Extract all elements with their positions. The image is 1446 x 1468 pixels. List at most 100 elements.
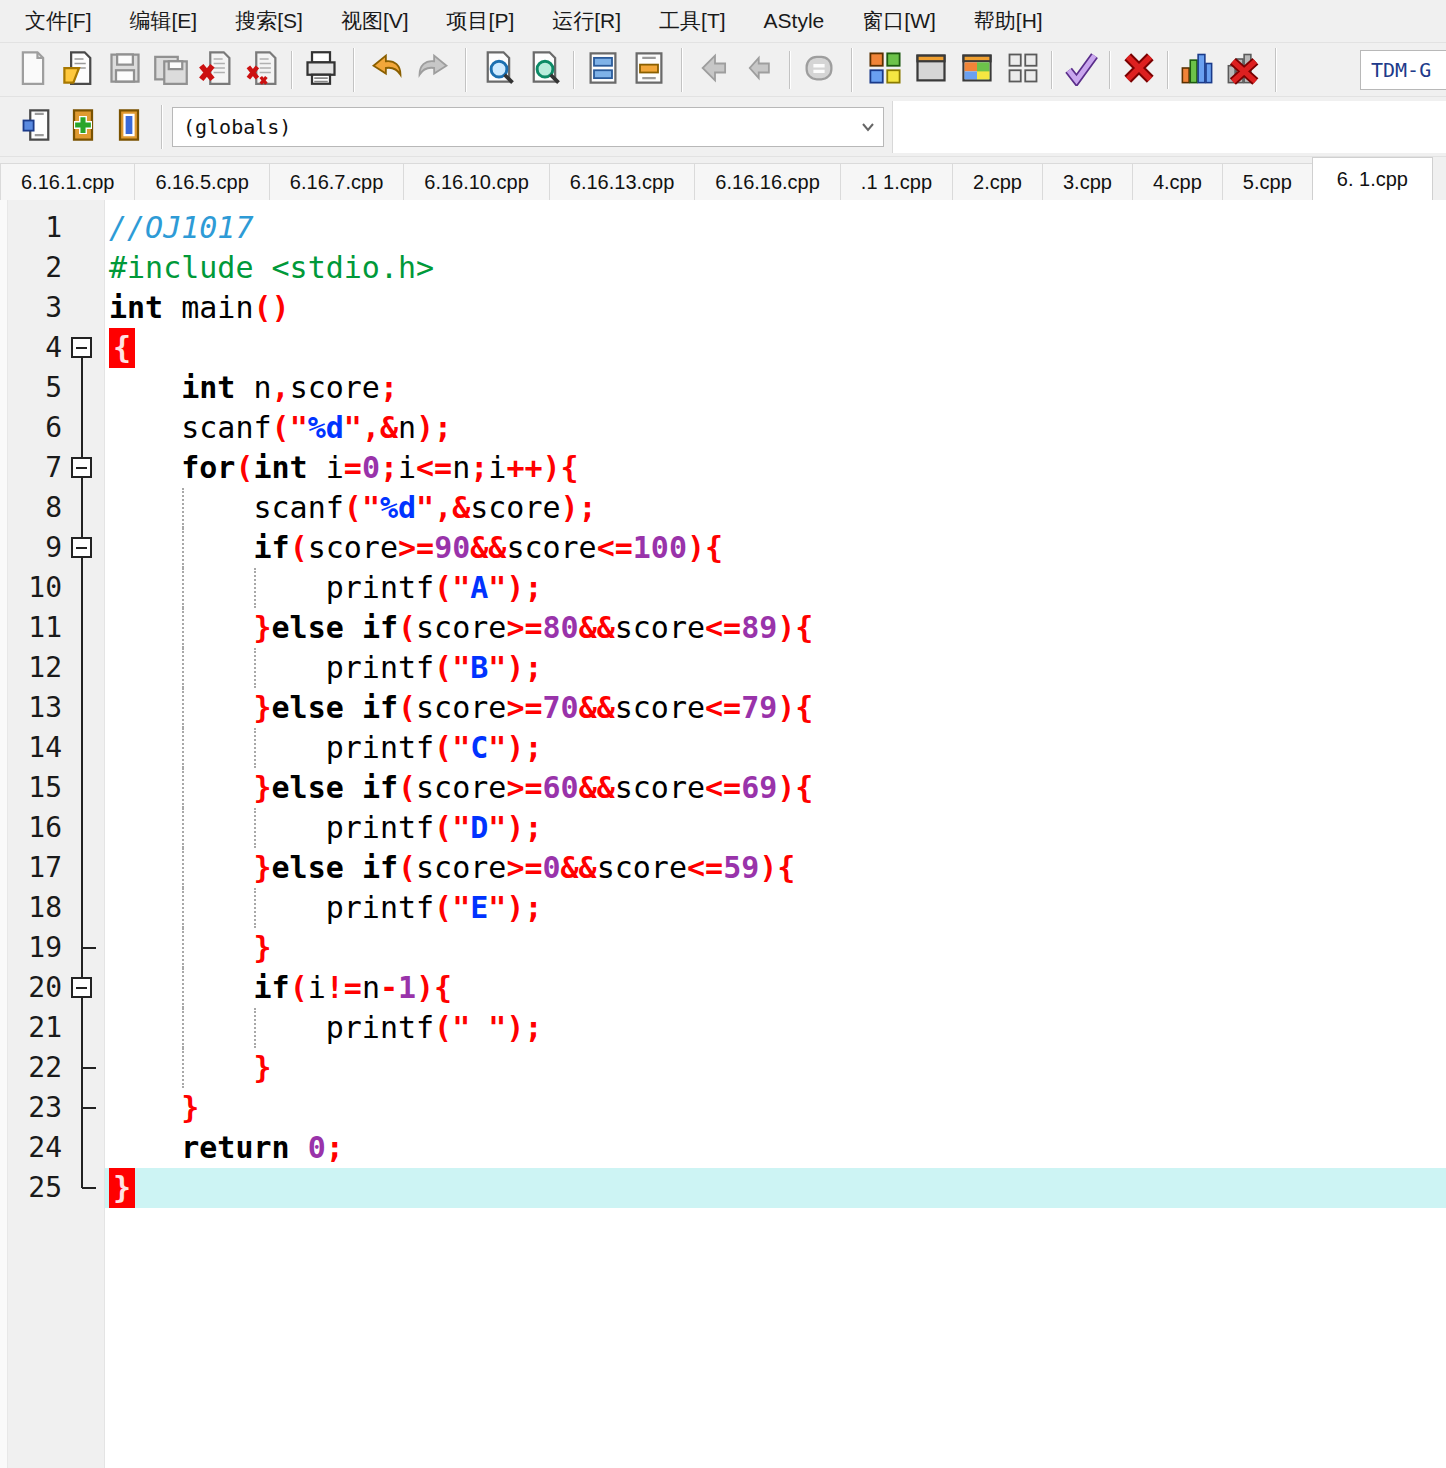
abort-compilation-button[interactable] — [1116, 48, 1162, 92]
code-line-17[interactable]: }else if(score>=0&&score<=59){ — [105, 848, 1446, 888]
code-line-5[interactable]: int n,score; — [105, 368, 1446, 408]
profile-button[interactable] — [1174, 48, 1220, 92]
save-all-button[interactable] — [148, 48, 194, 92]
fold-toggle[interactable] — [71, 457, 92, 478]
back-button[interactable] — [692, 48, 738, 92]
code-area[interactable]: //OJ1017#include <stdio.h>int main(){ in… — [105, 200, 1446, 1468]
tab-5-cpp[interactable]: 5.cpp — [1222, 163, 1313, 200]
goto-definition-button[interactable] — [796, 48, 842, 92]
new-file-button[interactable] — [10, 48, 56, 92]
add-to-project-button[interactable] — [60, 105, 106, 149]
code-editor[interactable]: 1234567891011121314151617181920212223242… — [0, 200, 1446, 1468]
code-token: " — [452, 650, 470, 685]
fold-toggle[interactable] — [71, 337, 92, 358]
run-icon — [913, 50, 949, 89]
run-button[interactable] — [908, 48, 954, 92]
code-line-6[interactable]: scanf("%d",&n); — [105, 408, 1446, 448]
globals-combobox[interactable]: (globals) — [172, 107, 884, 147]
code-line-2[interactable]: #include <stdio.h> — [105, 248, 1446, 288]
tab-6-1-cpp[interactable]: 6. 1.cpp — [1312, 157, 1433, 200]
code-token: " — [452, 1010, 470, 1045]
menu-item-astyle[interactable]: AStyle — [745, 3, 844, 39]
code-line-9[interactable]: if(score>=90&&score<=100){ — [105, 528, 1446, 568]
tab-6-16-5-cpp[interactable]: 6.16.5.cpp — [134, 163, 269, 200]
code-line-19[interactable]: } — [105, 928, 1446, 968]
compile-button[interactable] — [862, 48, 908, 92]
print-icon — [303, 50, 339, 89]
fold-toggle[interactable] — [71, 977, 92, 998]
code-line-18[interactable]: printf("E"); — [105, 888, 1446, 928]
tab-2-cpp[interactable]: 2.cpp — [952, 163, 1043, 200]
code-line-8[interactable]: scanf("%d",&score); — [105, 488, 1446, 528]
code-token: score — [308, 530, 398, 565]
open-file-button[interactable] — [56, 48, 102, 92]
swap-header-source-button[interactable] — [580, 48, 626, 92]
members-combobox[interactable] — [892, 101, 1446, 153]
code-token: ){ — [777, 770, 813, 805]
syntax-check-button[interactable] — [1058, 48, 1104, 92]
menu-item-view[interactable]: 视图[V] — [322, 1, 428, 41]
code-line-10[interactable]: printf("A"); — [105, 568, 1446, 608]
code-line-14[interactable]: printf("C"); — [105, 728, 1446, 768]
menu-item-edit[interactable]: 编辑[E] — [111, 1, 217, 41]
remove-from-project-button[interactable] — [106, 105, 152, 149]
swap-header-source-icon — [585, 50, 621, 89]
undo-button[interactable] — [364, 48, 410, 92]
code-token: " — [452, 810, 470, 845]
code-line-20[interactable]: if(i!=n-1){ — [105, 968, 1446, 1008]
tab-6-16-13-cpp[interactable]: 6.16.13.cpp — [549, 163, 696, 200]
tab--1-1-cpp[interactable]: .1 1.cpp — [840, 163, 953, 200]
code-line-13[interactable]: }else if(score>=70&&score<=79){ — [105, 688, 1446, 728]
code-line-16[interactable]: printf("D"); — [105, 808, 1446, 848]
code-line-25[interactable]: } — [105, 1168, 1446, 1208]
menu-item-search[interactable]: 搜索[S] — [216, 1, 322, 41]
print-button[interactable] — [298, 48, 344, 92]
redo-button[interactable] — [410, 48, 456, 92]
tab-6-16-7-cpp[interactable]: 6.16.7.cpp — [269, 163, 404, 200]
code-line-1[interactable]: //OJ1017 — [105, 208, 1446, 248]
code-line-23[interactable]: } — [105, 1088, 1446, 1128]
menu-item-window[interactable]: 窗口[W] — [843, 1, 955, 41]
menu-item-run[interactable]: 运行[R] — [533, 1, 640, 41]
code-token: printf — [109, 1010, 434, 1045]
code-line-3[interactable]: int main() — [105, 288, 1446, 328]
compile-run-button[interactable] — [954, 48, 1000, 92]
tab-6-16-16-cpp[interactable]: 6.16.16.cpp — [694, 163, 841, 200]
line-number: 11 — [8, 608, 62, 648]
code-line-7[interactable]: for(int i=0;i<=n;i++){ — [105, 448, 1446, 488]
menu-item-tools[interactable]: 工具[T] — [640, 1, 745, 41]
code-line-24[interactable]: return 0; — [105, 1128, 1446, 1168]
tab-6-16-10-cpp[interactable]: 6.16.10.cpp — [403, 163, 550, 200]
add-to-project-icon — [65, 107, 101, 146]
tab-6-16-1-cpp[interactable]: 6.16.1.cpp — [0, 163, 135, 200]
find-button[interactable] — [476, 48, 522, 92]
toolbar-separator — [851, 48, 853, 92]
close-file-button[interactable] — [194, 48, 240, 92]
goto-declaration-button[interactable] — [14, 105, 60, 149]
close-all-button[interactable] — [240, 48, 286, 92]
tab-3-cpp[interactable]: 3.cpp — [1042, 163, 1133, 200]
tab-4-cpp[interactable]: 4.cpp — [1132, 163, 1223, 200]
code-token: " — [452, 890, 470, 925]
replace-button[interactable] — [626, 48, 672, 92]
menu-item-file[interactable]: 文件[F] — [6, 1, 111, 41]
fold-toggle[interactable] — [71, 537, 92, 558]
forward-button[interactable] — [738, 48, 784, 92]
rebuild-button[interactable] — [1000, 48, 1046, 92]
save-button[interactable] — [102, 48, 148, 92]
code-token: , — [272, 370, 290, 405]
code-token: " — [488, 890, 506, 925]
menu-item-project[interactable]: 项目[P] — [428, 1, 534, 41]
code-line-15[interactable]: }else if(score>=60&&score<=69){ — [105, 768, 1446, 808]
find-in-files-button[interactable] — [522, 48, 568, 92]
code-line-11[interactable]: }else if(score>=80&&score<=89){ — [105, 608, 1446, 648]
code-line-22[interactable]: } — [105, 1048, 1446, 1088]
code-token: ( — [398, 850, 416, 885]
compiler-combobox[interactable]: TDM-G — [1360, 50, 1446, 90]
code-line-12[interactable]: printf("B"); — [105, 648, 1446, 688]
code-token: #include <stdio.h> — [109, 250, 434, 285]
code-line-21[interactable]: printf(" "); — [105, 1008, 1446, 1048]
delete-profiling-button[interactable] — [1220, 48, 1266, 92]
menu-item-help[interactable]: 帮助[H] — [955, 1, 1062, 41]
code-line-4[interactable]: { — [105, 328, 1446, 368]
